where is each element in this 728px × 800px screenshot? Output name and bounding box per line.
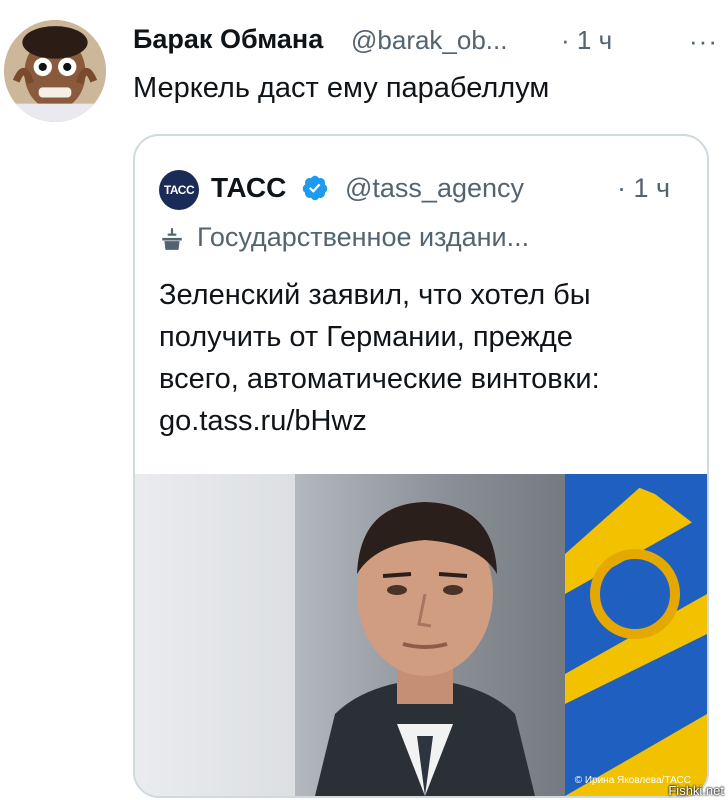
quoted-tweet-header: ТАСС ТАСС @tass_agency · 1 ч — [159, 170, 699, 210]
author-avatar[interactable] — [4, 20, 106, 122]
quoted-author-handle: @tass_agency — [345, 173, 525, 203]
quoted-tweet-time: · 1 ч — [617, 173, 671, 203]
more-options-icon[interactable]: ··· — [689, 26, 718, 57]
quoted-text-line: Зеленский заявил, что хотел бы — [159, 279, 591, 311]
quoted-text-line: всего, автоматические винтовки: — [159, 363, 600, 395]
tweet-text: Меркель даст ему парабеллум — [133, 72, 550, 104]
author-handle[interactable]: @barak_ob... — [351, 25, 507, 56]
quoted-author-name: ТАСС — [211, 172, 287, 203]
tweet-photo[interactable]: © Ирина Яковлева/ТАСС — [135, 474, 707, 796]
tweet-time[interactable]: · 1 ч — [561, 25, 612, 56]
quoted-tweet[interactable]: ТАСС ТАСС @tass_agency · 1 ч Государстве… — [133, 134, 709, 798]
tass-avatar: ТАСС — [159, 170, 199, 210]
author-name[interactable]: Барак Обмана — [133, 24, 323, 55]
podium-icon — [162, 228, 182, 250]
quoted-tweet-text: Зеленский заявил, что хотел бы получить … — [159, 274, 689, 442]
quoted-link[interactable]: go.tass.ru/bHwz — [159, 400, 689, 442]
quoted-text-line: получить от Германии, прежде — [159, 321, 573, 353]
site-watermark: Fishki.net — [668, 783, 724, 798]
verified-badge-icon — [302, 175, 328, 201]
state-media-label-text: Государственное издани... — [197, 222, 530, 252]
tweet-header: Барак Обмана @barak_ob... · 1 ч ··· — [133, 24, 718, 60]
